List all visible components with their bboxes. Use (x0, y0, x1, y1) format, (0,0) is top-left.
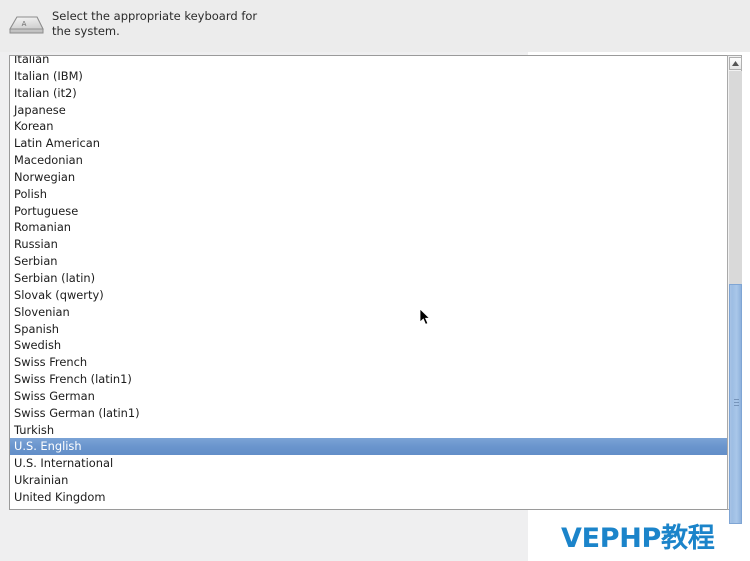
list-item[interactable]: Turkish (10, 422, 728, 439)
instruction-header: A Select the appropriate keyboard for th… (0, 0, 750, 52)
list-item[interactable]: Serbian (latin) (10, 270, 728, 287)
vertical-scrollbar[interactable] (727, 55, 742, 524)
instruction-line-2: the system. (52, 24, 120, 38)
scrollbar-track[interactable] (729, 71, 742, 524)
svg-text:A: A (22, 20, 27, 28)
keyboard-key-icon: A (4, 2, 48, 46)
list-item[interactable]: Japanese (10, 102, 728, 119)
list-item[interactable]: Italian (it2) (10, 85, 728, 102)
list-item[interactable]: Serbian (10, 253, 728, 270)
list-item[interactable]: Macedonian (10, 152, 728, 169)
instruction-text: Select the appropriate keyboard for the … (52, 9, 257, 39)
list-item[interactable]: Slovenian (10, 304, 728, 321)
list-item[interactable]: Spanish (10, 321, 728, 338)
list-item[interactable]: Swiss German (10, 388, 728, 405)
list-item[interactable]: Russian (10, 236, 728, 253)
list-item[interactable]: U.S. English (10, 438, 728, 456)
list-item[interactable]: Polish (10, 186, 728, 203)
list-item[interactable]: Slovak (qwerty) (10, 287, 728, 304)
list-item[interactable]: U.S. International (10, 455, 728, 472)
scrollbar-grip-icon (734, 399, 739, 409)
list-item[interactable]: Swiss French (latin1) (10, 371, 728, 388)
instruction-line-1: Select the appropriate keyboard for (52, 9, 258, 23)
list-item[interactable]: Norwegian (10, 169, 728, 186)
scroll-up-button[interactable] (729, 57, 742, 70)
scrollbar-thumb[interactable] (729, 284, 742, 524)
list-item[interactable]: Korean (10, 118, 728, 135)
list-item[interactable]: Latin American (10, 135, 728, 152)
list-item[interactable]: Swedish (10, 337, 728, 354)
list-item[interactable]: United Kingdom (10, 489, 728, 506)
list-item[interactable]: Swiss German (latin1) (10, 405, 728, 422)
keyboard-layout-list[interactable]: Italian Italian (IBM) Italian (it2) Japanes… (9, 55, 741, 510)
chevron-up-icon (732, 61, 739, 66)
list-scroll-area: Italian Italian (IBM) Italian (it2) Japanes… (10, 56, 728, 506)
list-item[interactable]: Ukrainian (10, 472, 728, 489)
watermark-logo: VEPHP教程 (561, 523, 715, 554)
list-item[interactable]: Romanian (10, 219, 728, 236)
list-item[interactable]: Portuguese (10, 203, 728, 220)
list-item[interactable]: Italian (IBM) (10, 68, 728, 85)
list-item[interactable]: Italian (10, 56, 728, 68)
list-item[interactable]: Swiss French (10, 354, 728, 371)
